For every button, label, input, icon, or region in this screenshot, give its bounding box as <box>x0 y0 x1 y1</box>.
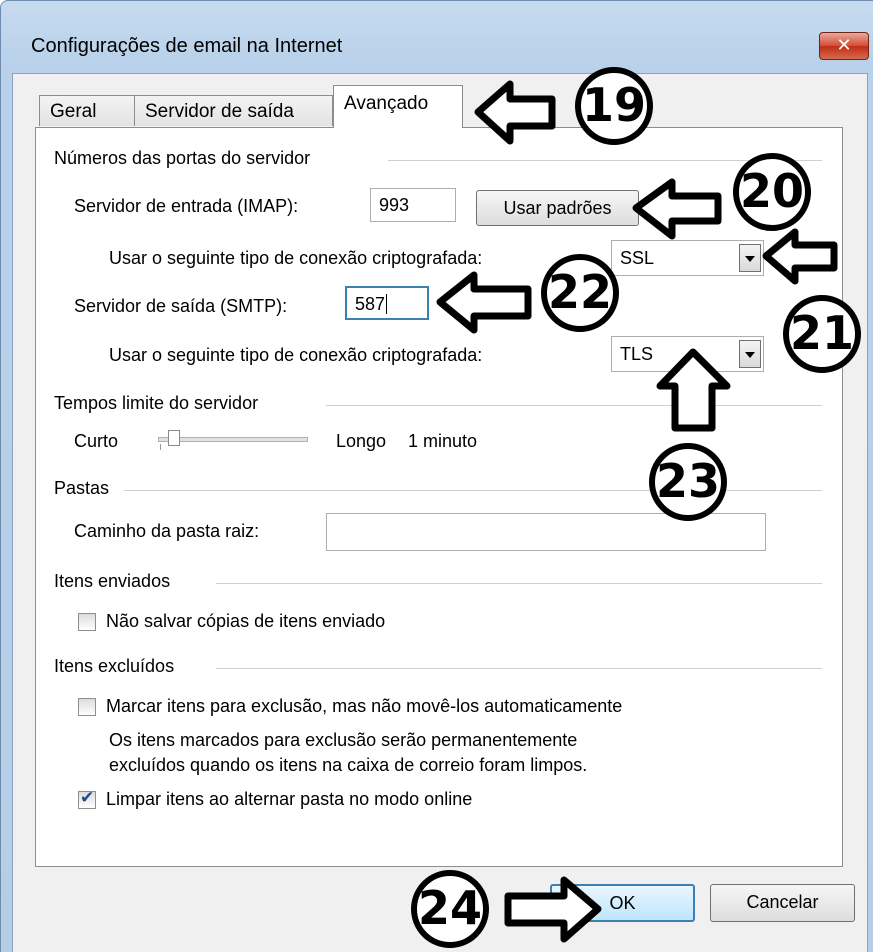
incoming-port-value: 993 <box>379 195 410 215</box>
deleted-items-group-divider <box>216 668 822 669</box>
outgoing-encryption-value: TLS <box>620 344 654 364</box>
annotation-number: 21 <box>789 306 854 360</box>
timeout-long-label: Longo <box>336 431 387 451</box>
cancel-button[interactable]: Cancelar <box>710 884 855 922</box>
tab-label: Servidor de saída <box>145 101 294 122</box>
ports-group-divider <box>388 160 822 161</box>
slider-thumb[interactable] <box>167 430 180 446</box>
deleted-items-group-label: Itens excluídos <box>54 656 175 676</box>
dont-save-copies-checkbox[interactable] <box>78 613 96 631</box>
deletion-note-line-2: excluídos quando os itens na caixa de co… <box>109 755 588 775</box>
annotation-number: 22 <box>547 265 612 319</box>
sent-items-group-divider <box>216 583 822 584</box>
annotation-number: 23 <box>655 454 720 508</box>
tab-label: Avançado <box>344 93 429 114</box>
outgoing-port-value: 587 <box>355 294 386 314</box>
close-button[interactable]: ✕ <box>819 32 869 60</box>
timeout-short-label: Curto <box>74 431 119 451</box>
dialog-window: Configurações de email na Internet ✕ Ger… <box>0 0 873 952</box>
incoming-port-label: Servidor de entrada (IMAP): <box>74 196 299 216</box>
dropdown-button[interactable] <box>739 244 761 272</box>
window-title: Configurações de email na Internet <box>31 35 343 57</box>
text-cursor <box>386 294 388 314</box>
dont-save-copies-label: Não salvar cópias de itens enviado <box>106 611 386 631</box>
chevron-down-icon <box>745 256 755 262</box>
dropdown-button[interactable] <box>739 340 761 368</box>
incoming-port-field[interactable]: 993 <box>370 188 456 222</box>
outgoing-encryption-label: Usar o seguinte tipo de conexão criptogr… <box>109 345 483 365</box>
use-defaults-label: Usar padrões <box>503 198 612 218</box>
annotation-number: 20 <box>739 164 804 218</box>
cancel-label: Cancelar <box>746 892 819 912</box>
tab-label: Geral <box>50 101 97 122</box>
root-folder-field[interactable] <box>326 513 766 551</box>
incoming-encryption-value: SSL <box>620 248 655 268</box>
root-folder-label: Caminho da pasta raiz: <box>74 521 260 541</box>
timeouts-group-label: Tempos limite do servidor <box>54 393 259 413</box>
timeout-value: 1 minuto <box>408 431 478 451</box>
sent-items-group-label: Itens enviados <box>54 571 171 591</box>
ports-group-label: Números das portas do servidor <box>54 148 311 168</box>
incoming-encryption-select[interactable]: SSL <box>611 240 764 276</box>
outgoing-port-label: Servidor de saída (SMTP): <box>74 296 288 316</box>
tab-servidor-de-saida[interactable]: Servidor de saída <box>134 95 333 126</box>
mark-for-deletion-checkbox[interactable] <box>78 698 96 716</box>
deletion-note-line-1: Os itens marcados para exclusão serão pe… <box>109 730 578 750</box>
annotation-number: 24 <box>417 881 482 935</box>
folders-group-label: Pastas <box>54 478 110 498</box>
annotation-number: 19 <box>581 78 646 132</box>
outgoing-port-field[interactable]: 587 <box>345 286 429 320</box>
mark-for-deletion-label: Marcar itens para exclusão, mas não movê… <box>106 696 623 716</box>
ok-button[interactable]: OK <box>550 884 695 922</box>
close-icon: ✕ <box>836 35 852 56</box>
tab-avancado[interactable]: Avançado <box>333 85 463 128</box>
tab-geral[interactable]: Geral <box>39 95 135 126</box>
chevron-down-icon <box>745 352 755 358</box>
incoming-encryption-label: Usar o seguinte tipo de conexão criptogr… <box>109 248 483 268</box>
slider-track <box>158 437 308 442</box>
use-defaults-button[interactable]: Usar padrões <box>476 190 639 226</box>
outgoing-encryption-select[interactable]: TLS <box>611 336 764 372</box>
ok-label: OK <box>609 893 636 913</box>
purge-on-switch-checkbox[interactable] <box>78 788 96 809</box>
slider-tick <box>160 444 161 450</box>
purge-on-switch-label: Limpar itens ao alternar pasta no modo o… <box>106 789 473 809</box>
timeouts-group-divider <box>326 405 822 406</box>
